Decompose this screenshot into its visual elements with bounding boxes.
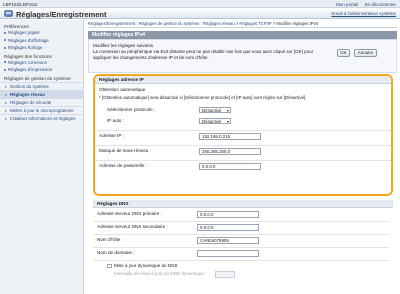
dns-primary-row: Adresse serveur DNS primaire : 0.0.0.0 [93, 209, 389, 219]
gateway-row: Adresse de passerelle : 0.0.0.0 [95, 160, 391, 170]
logout-link[interactable]: Se déconnecter [364, 2, 396, 7]
dns-interval-row: Intervalle de mise à jour du DNS dynamiq… [93, 269, 389, 279]
admin-mail-link[interactable]: Email à l'administrateur système [331, 11, 396, 16]
chevron-down-icon: ▾ [226, 118, 229, 124]
protocol-row: Sélectionner protocole : Désactivé ▾ [95, 105, 391, 115]
autoip-label: IP auto : [107, 118, 125, 123]
subnet-mask-row: Masque de sous-réseau : 255.255.255.0 [95, 145, 391, 155]
auto-acquire-note: * [Obtention automatique] sera désactivé… [99, 94, 307, 100]
sidebar-item-firmware[interactable]: Mettre à jour le microprogramme [0, 105, 83, 115]
page-title: Modifier réglages IPv4 [88, 31, 397, 39]
breadcrumb: Réglages/Enregistrement : Réglages de ge… [88, 20, 397, 28]
sidebar-item-security[interactable]: Réglages de sécurité [0, 97, 83, 107]
ip-address-settings: Réglages adresse IP Obtention automatiqu… [93, 74, 393, 196]
protocol-select[interactable]: Désactivé ▾ [199, 106, 231, 113]
autoip-row: IP auto : Désactivé ▾ [95, 116, 391, 126]
ip-section-title: Réglages adresse IP [95, 76, 391, 84]
protocol-value: Désactivé [202, 107, 222, 113]
top-bar: LBP153/LBP151/ Mon portail Se déconnecte… [0, 0, 400, 8]
dynamic-dns-checkbox[interactable] [107, 263, 112, 268]
gateway-label: Adresse de passerelle : [99, 163, 148, 168]
dns-secondary-row: Adresse serveur DNS secondaire : 0.0.0.0 [93, 221, 389, 231]
sidebar-item-print[interactable]: Réglages d'impression [0, 66, 83, 74]
chevron-down-icon: ▾ [226, 107, 229, 113]
hostname-label: Nom d'hôte : [97, 237, 123, 242]
ip-address-input[interactable]: 192.168.0.215 [199, 133, 261, 140]
sidebar-item-display[interactable]: Réglages d'affichage [0, 37, 83, 45]
sidebar: Préférences Réglages papier Réglages d'a… [0, 20, 84, 294]
cancel-button[interactable]: Annuler [354, 49, 377, 57]
hostname-input[interactable]: CAN04075905 [197, 237, 259, 244]
gateway-input[interactable]: 0.0.0.0 [199, 163, 261, 170]
dns-primary-label: Adresse serveur DNS primaire : [97, 211, 162, 216]
settings-icon [4, 10, 13, 17]
dns-section-title: Réglages DNS [93, 200, 393, 208]
header: Réglages/Enregistrement Email à l'admini… [0, 8, 400, 19]
sidebar-item-network[interactable]: Réglages réseau [0, 89, 83, 99]
dns-interval-input[interactable] [215, 271, 235, 278]
dns-settings: Réglages DNS Adresse serveur DNS primair… [93, 200, 393, 294]
my-portal-link[interactable]: Mon portail [336, 2, 358, 7]
ip-address-label: Adresse IP : [99, 133, 124, 138]
dns-primary-input[interactable]: 0.0.0.0 [197, 211, 259, 218]
sidebar-item-paper[interactable]: Réglages papier [0, 29, 83, 37]
auto-acquire-label: Obtention automatique [99, 86, 146, 92]
domain-label: Nom de domaine : [97, 250, 135, 255]
subnet-mask-input[interactable]: 255.255.255.0 [199, 148, 261, 155]
hostname-row: Nom d'hôte : CAN04075905 [93, 234, 389, 244]
intro-panel: Modifiez les réglages suivants. La conne… [88, 39, 397, 73]
breadcrumb-current: Modifier réglages IPv4 [276, 21, 319, 26]
printer-name: LBP153/LBP151/ [3, 1, 38, 7]
domain-row: Nom de domaine : [93, 247, 389, 257]
sidebar-item-common[interactable]: Réglages communs [0, 59, 83, 67]
autoip-select[interactable]: Désactivé ▾ [199, 117, 231, 124]
page-header-title: Réglages/Enregistrement [16, 10, 107, 19]
autoip-value: Désactivé [202, 118, 222, 124]
domain-input[interactable] [197, 250, 259, 257]
ip-address-row: Adresse IP : 192.168.0.215 [95, 130, 391, 140]
sidebar-item-system-management[interactable]: Gestion du système [0, 81, 83, 91]
ok-button[interactable]: OK [337, 49, 350, 57]
intro-warning: La connexion au périphérique via EUI dis… [93, 49, 314, 60]
dns-secondary-label: Adresse serveur DNS secondaire : [97, 224, 168, 229]
sidebar-group-system: Réglages de gestion du système [4, 75, 71, 81]
sidebar-item-initialize[interactable]: Initialiser informations et réglages [0, 113, 83, 123]
sidebar-item-clock[interactable]: Réglages horloge [0, 44, 83, 52]
dns-secondary-input[interactable]: 0.0.0.0 [197, 224, 259, 231]
top-links: Mon portail Se déconnecter [331, 2, 396, 7]
subnet-mask-label: Masque de sous-réseau : [99, 148, 151, 153]
breadcrumb-path[interactable]: Réglages/Enregistrement : Réglages de ge… [88, 21, 276, 26]
main-content: Réglages/Enregistrement : Réglages de ge… [88, 20, 397, 73]
protocol-label: Sélectionner protocole : [107, 107, 156, 112]
dns-interval-label: Intervalle de mise à jour du DNS dynamiq… [114, 271, 207, 276]
dynamic-dns-label: Mise à jour dynamique du DNS [114, 263, 178, 268]
